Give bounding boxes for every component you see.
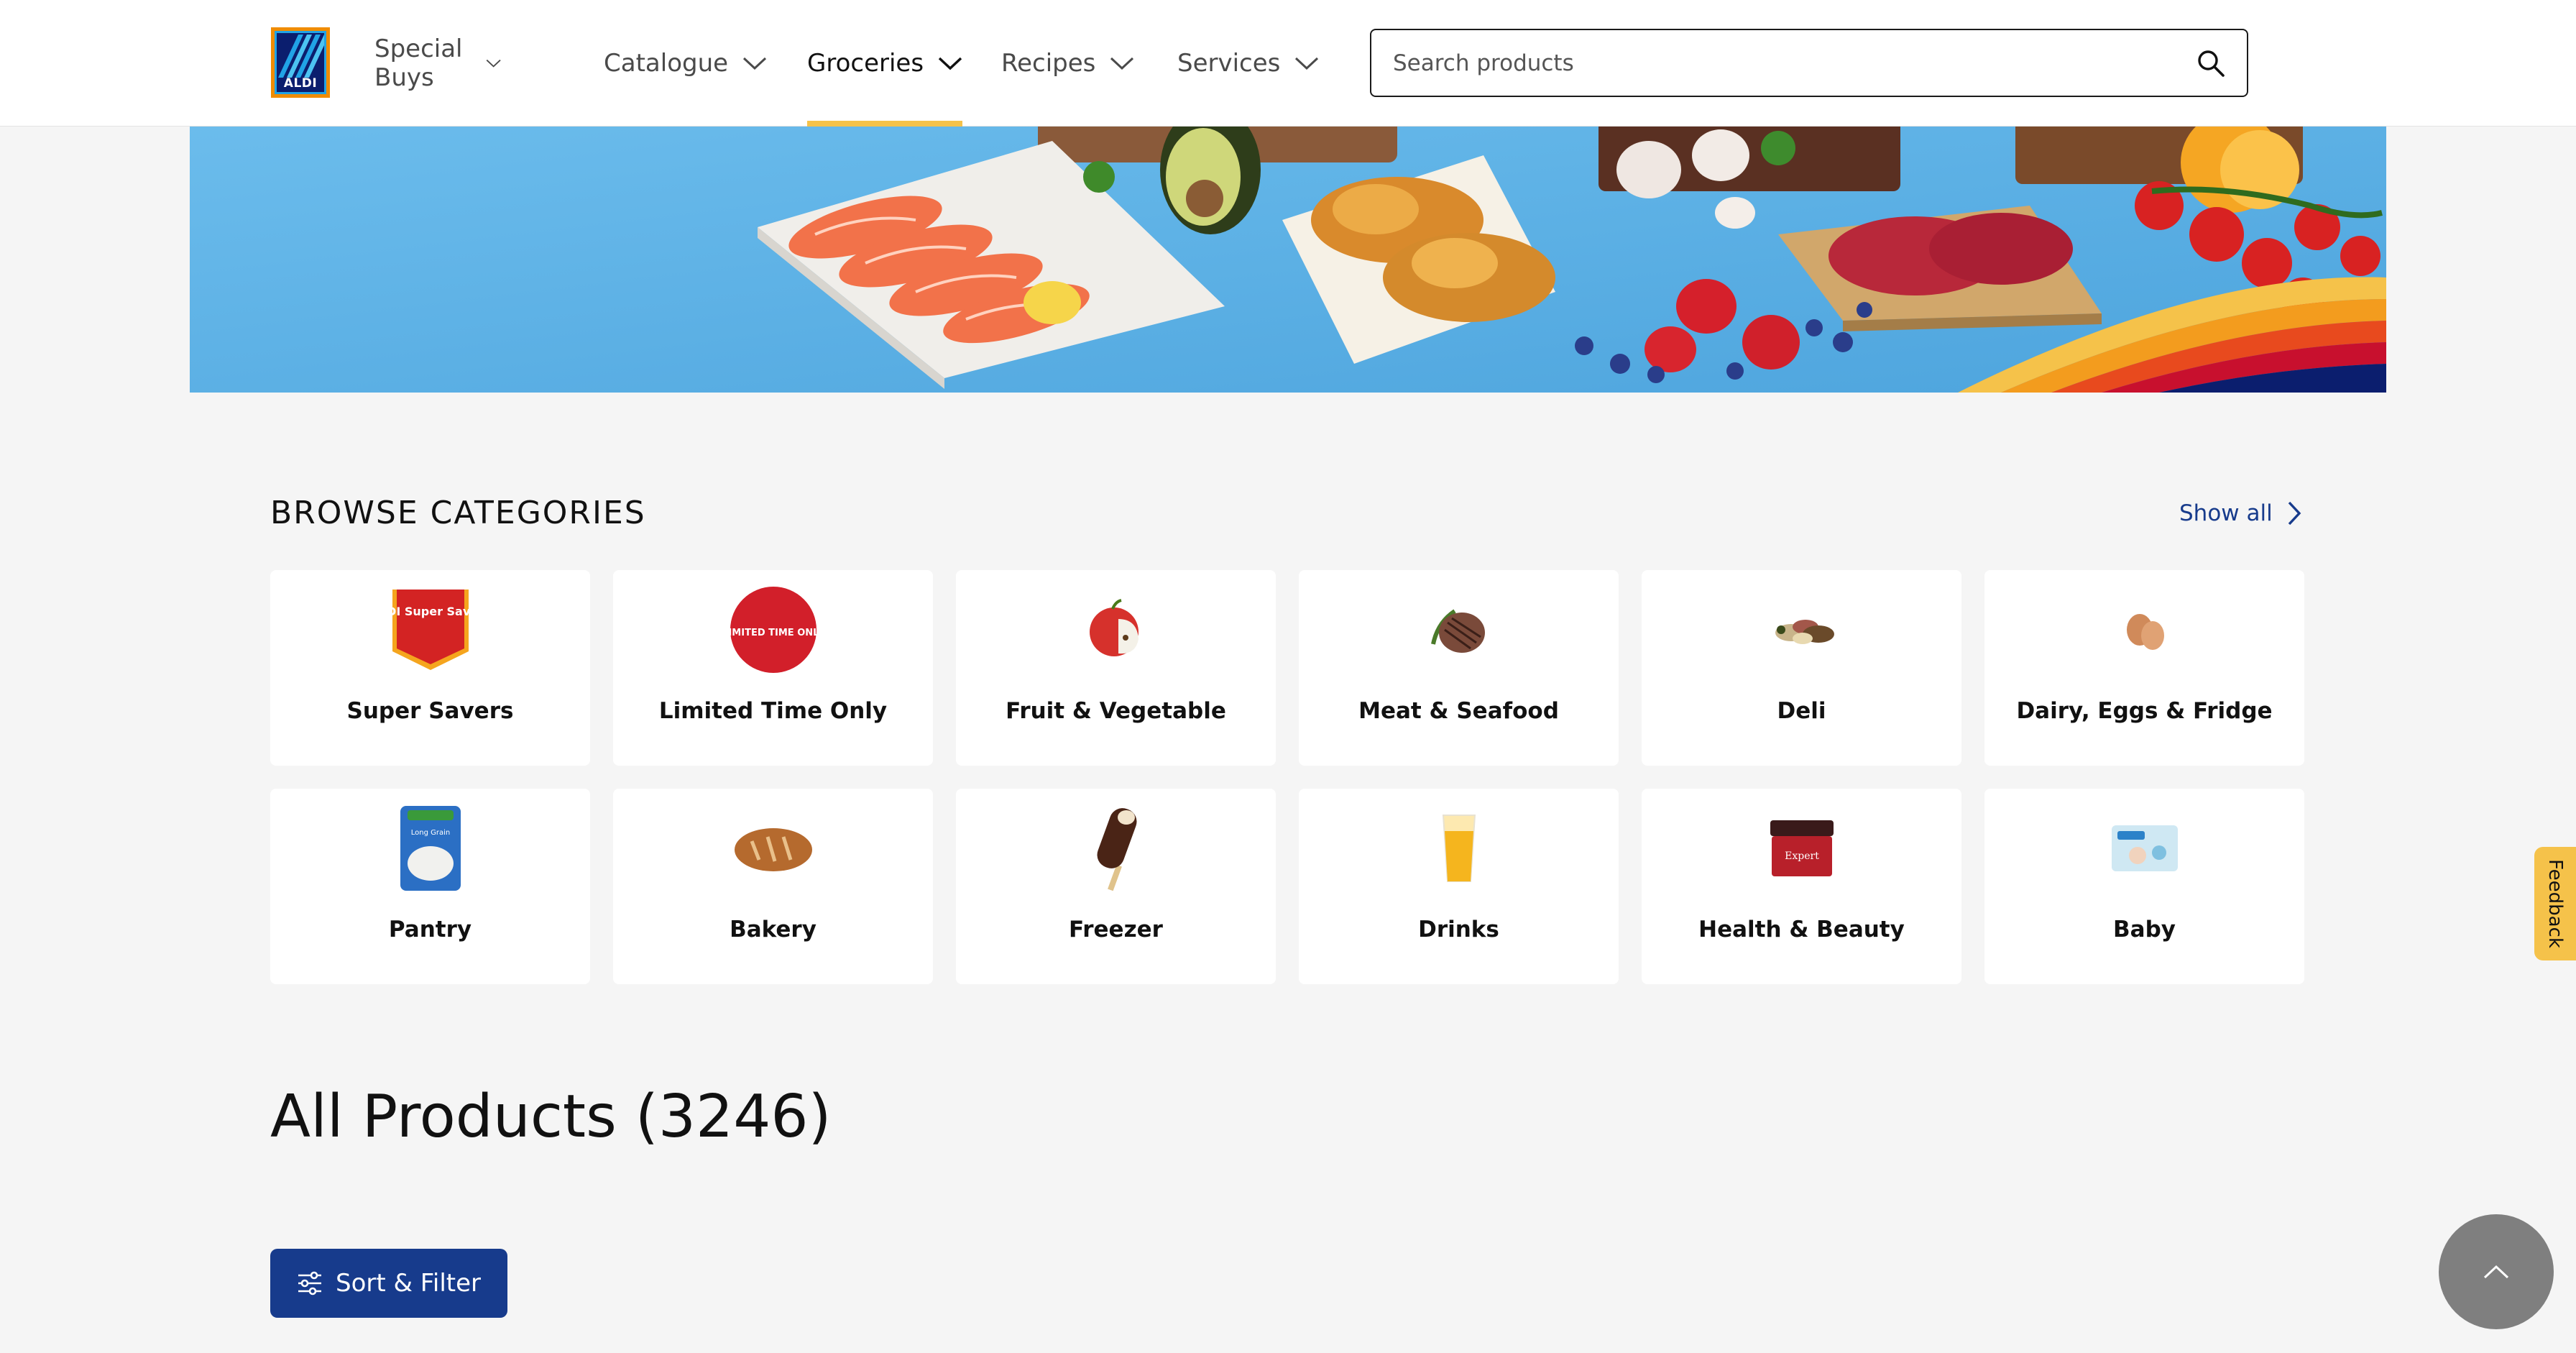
nav-label: Recipes <box>1001 49 1096 78</box>
category-card-deli[interactable]: Deli <box>1642 570 1961 766</box>
nav-catalogue[interactable]: Catalogue <box>604 0 767 127</box>
deli-icon <box>1755 583 1849 676</box>
search-input[interactable] <box>1393 50 2196 76</box>
all-products-title: All Products (3246) <box>270 1083 832 1151</box>
ice-cream-icon <box>1070 802 1163 895</box>
nappies-icon <box>2098 802 2191 895</box>
nav-label: Catalogue <box>604 49 729 78</box>
show-all-link[interactable]: Show all <box>2179 500 2301 526</box>
category-label: Bakery <box>730 917 816 942</box>
show-all-label: Show all <box>2179 500 2273 526</box>
nav-recipes[interactable]: Recipes <box>1001 0 1134 127</box>
limited-time-icon: LIMITED TIME ONLY <box>727 583 820 676</box>
category-label: Baby <box>2113 917 2176 942</box>
chevron-down-icon <box>743 57 767 70</box>
back-to-top-button[interactable] <box>2439 1214 2554 1329</box>
nav-label: Services <box>1177 49 1281 78</box>
eggs-icon <box>2098 583 2191 676</box>
category-label: Super Savers <box>346 698 514 724</box>
chevron-down-icon <box>938 57 962 70</box>
apple-icon <box>1070 583 1163 676</box>
svg-text:ALDI Super Savers: ALDI Super Savers <box>390 605 472 618</box>
category-label: Pantry <box>388 917 472 942</box>
bread-icon <box>727 802 820 895</box>
category-card-freezer[interactable]: Freezer <box>956 789 1276 984</box>
category-card-pantry[interactable]: Long Grain Pantry <box>270 789 590 984</box>
category-card-health-beauty[interactable]: Expert Health & Beauty <box>1642 789 1961 984</box>
sort-filter-label: Sort & Filter <box>335 1269 482 1298</box>
hero-food-image <box>190 127 2386 393</box>
category-label: Dairy, Eggs & Fridge <box>2016 698 2273 724</box>
category-label: Fruit & Vegetable <box>1006 698 1226 724</box>
search-box <box>1370 29 2248 97</box>
active-nav-indicator <box>807 121 963 127</box>
hero-banner <box>190 127 2386 393</box>
chevron-down-icon <box>486 59 501 68</box>
nav-special-buys[interactable]: Special Buys <box>374 0 502 127</box>
logo-text: ALDI <box>283 76 318 91</box>
category-label: Meat & Seafood <box>1358 698 1559 724</box>
category-card-limited-time-only[interactable]: LIMITED TIME ONLY Limited Time Only <box>613 570 933 766</box>
category-label: Deli <box>1777 698 1826 724</box>
chevron-right-icon <box>2288 501 2301 526</box>
chevron-up-icon <box>2483 1265 2509 1279</box>
steak-icon <box>1412 583 1506 676</box>
nav-services[interactable]: Services <box>1177 0 1319 127</box>
aldi-logo[interactable]: ALDI <box>271 27 330 98</box>
category-label: Freezer <box>1069 917 1163 942</box>
nav-groceries[interactable]: Groceries <box>807 0 963 127</box>
chevron-down-icon <box>1110 57 1134 70</box>
category-card-meat-seafood[interactable]: Meat & Seafood <box>1299 570 1619 766</box>
browse-categories-title: BROWSE CATEGORIES <box>270 495 646 531</box>
search-icon[interactable] <box>2196 49 2225 78</box>
feedback-label: Feedback <box>2544 859 2566 948</box>
category-label: Limited Time Only <box>658 698 888 724</box>
category-label: Health & Beauty <box>1698 917 1905 942</box>
nav-label: Special Buys <box>374 35 463 92</box>
category-grid: ALDI Super Savers Super Savers LIMITED T… <box>270 570 2304 984</box>
sliders-icon <box>298 1271 321 1295</box>
category-card-dairy-eggs-fridge[interactable]: Dairy, Eggs & Fridge <box>1984 570 2304 766</box>
rice-pack-icon: Long Grain <box>384 802 477 895</box>
category-card-baby[interactable]: Baby <box>1984 789 2304 984</box>
feedback-tab[interactable]: Feedback <box>2534 847 2576 960</box>
category-card-drinks[interactable]: Drinks <box>1299 789 1619 984</box>
category-card-bakery[interactable]: Bakery <box>613 789 933 984</box>
nav-label: Groceries <box>807 49 924 78</box>
juice-glass-icon <box>1412 802 1506 895</box>
chevron-down-icon <box>1295 57 1319 70</box>
site-header: ALDI Special Buys Catalogue Groceries Re… <box>0 0 2576 127</box>
svg-text:Long Grain: Long Grain <box>410 829 449 837</box>
svg-text:LIMITED TIME ONLY: LIMITED TIME ONLY <box>729 628 818 638</box>
super-savers-icon: ALDI Super Savers <box>384 583 477 676</box>
sort-filter-button[interactable]: Sort & Filter <box>270 1249 507 1318</box>
category-card-fruit-vegetable[interactable]: Fruit & Vegetable <box>956 570 1276 766</box>
cream-jar-icon: Expert <box>1755 802 1849 895</box>
category-card-super-savers[interactable]: ALDI Super Savers Super Savers <box>270 570 590 766</box>
category-label: Drinks <box>1418 917 1499 942</box>
svg-text:Expert: Expert <box>1785 850 1819 862</box>
